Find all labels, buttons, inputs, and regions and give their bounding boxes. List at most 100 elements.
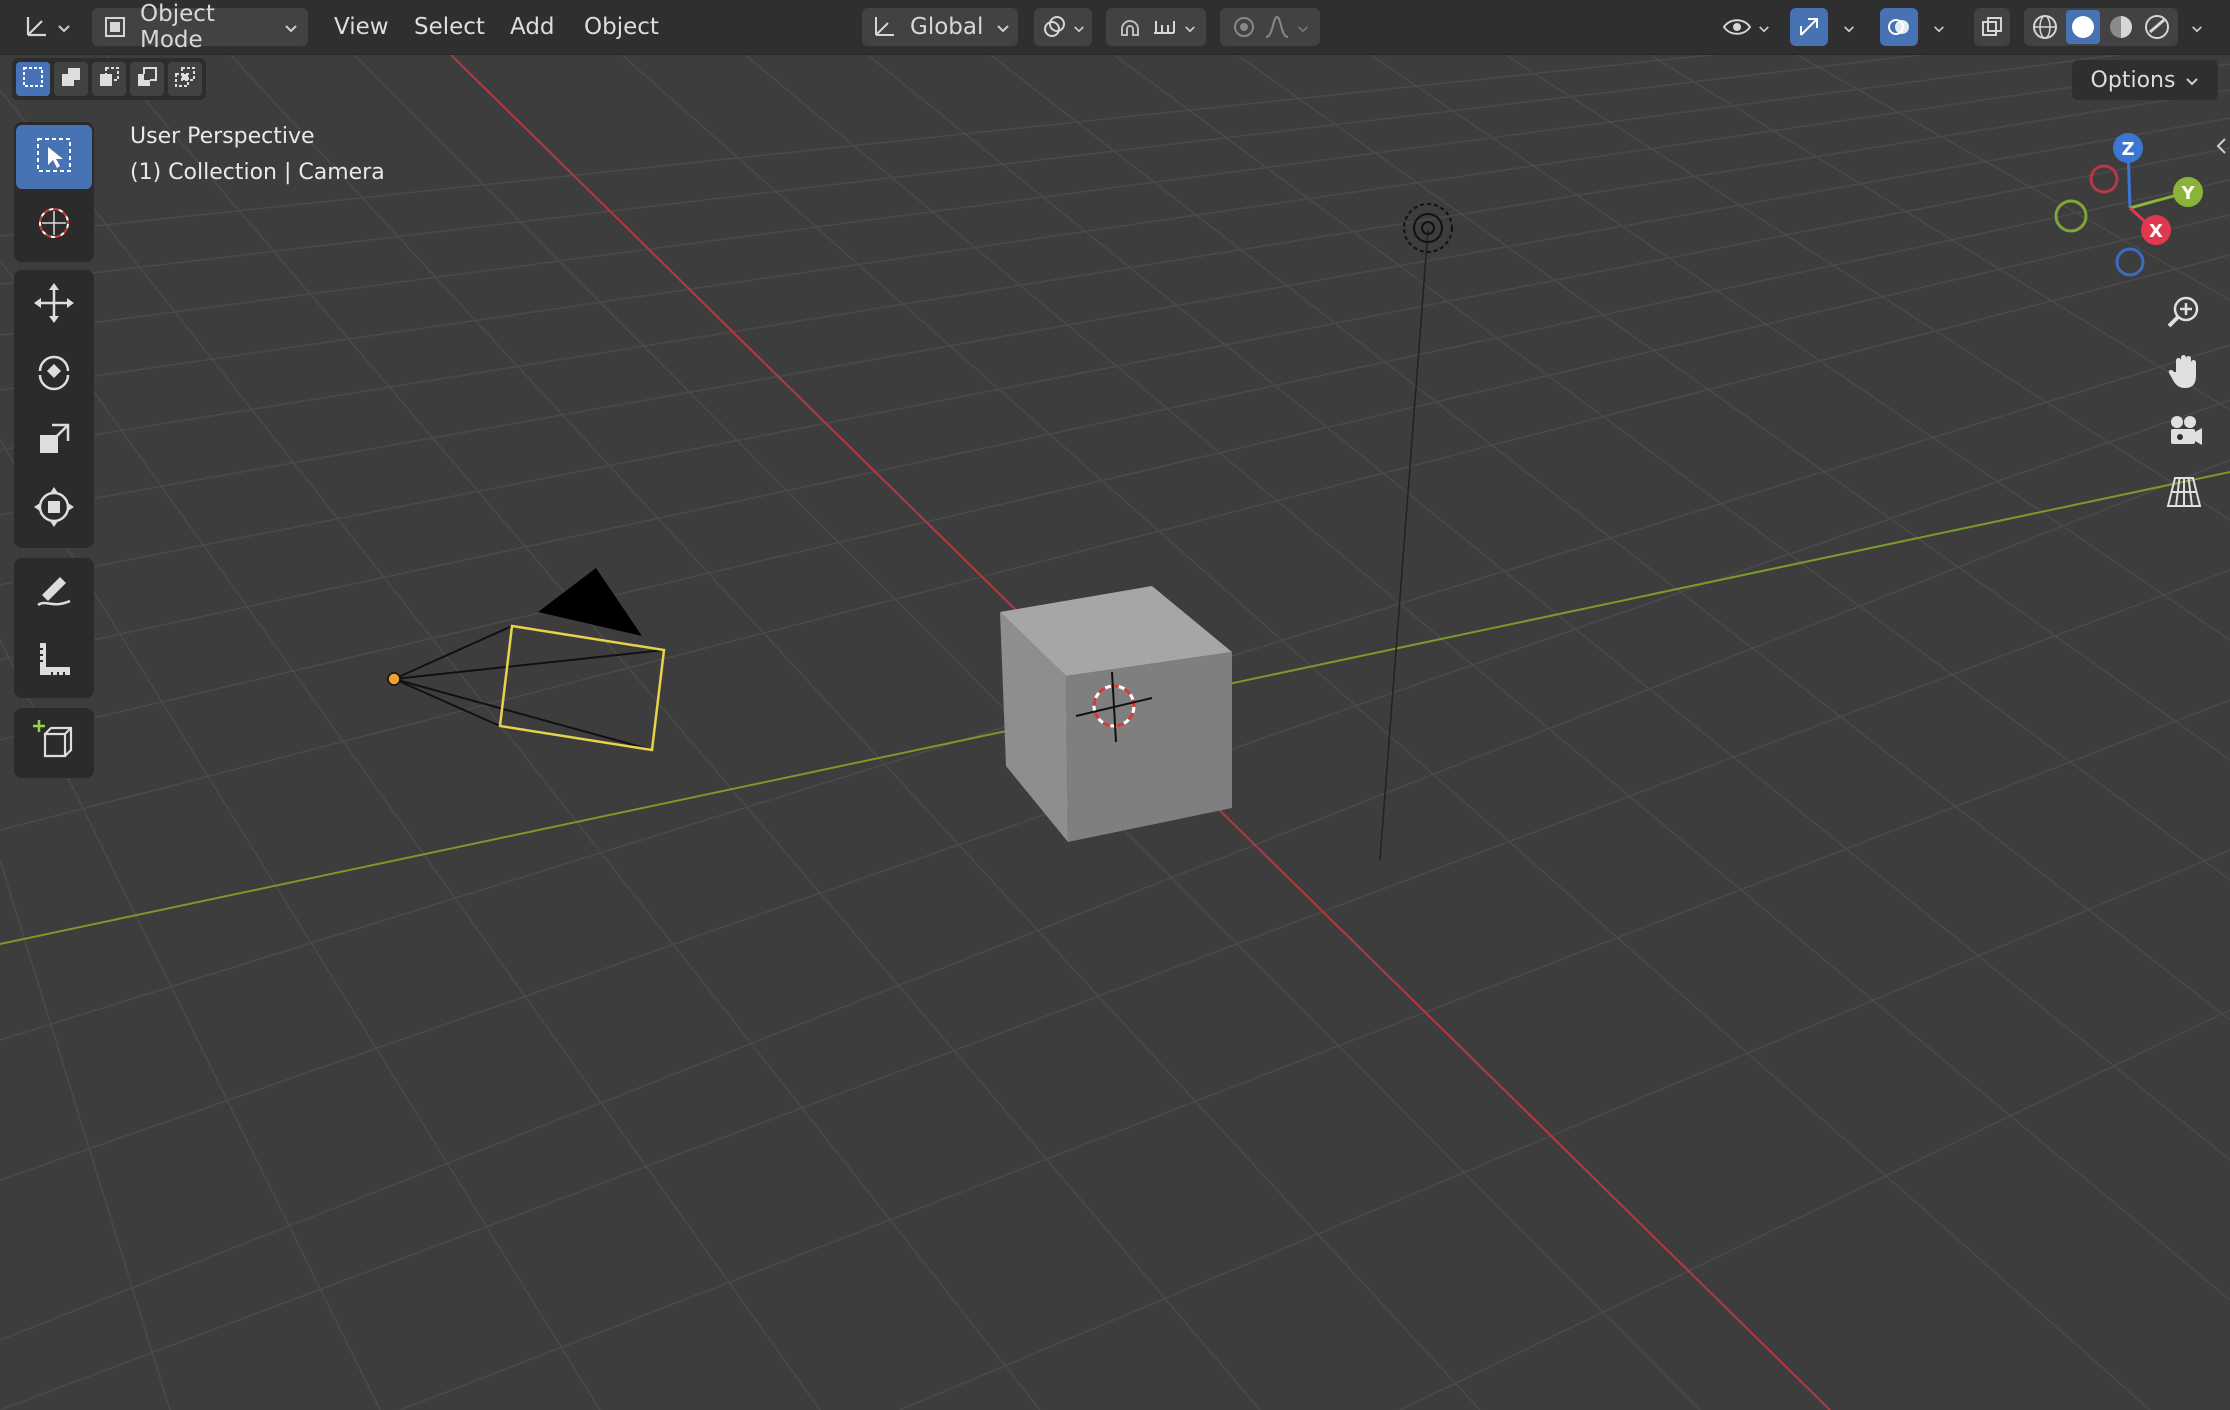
proportional-editing-toggle[interactable]: [1220, 8, 1320, 46]
camera-view-button[interactable]: [2158, 408, 2210, 460]
sidebar-toggle[interactable]: [2214, 136, 2228, 160]
rotate-icon: [32, 349, 76, 397]
select-invert-icon: [135, 65, 159, 93]
cube-object[interactable]: [1000, 586, 1232, 842]
z-axis-label: Z: [2121, 139, 2134, 160]
cursor-icon: [32, 201, 76, 249]
pivot-icon: [1041, 14, 1067, 40]
camera-object[interactable]: [387, 568, 666, 752]
annotate-tool[interactable]: [16, 561, 92, 625]
select-box-tool[interactable]: [16, 125, 92, 189]
transform-orientation-label: Global: [910, 14, 984, 40]
menu-select[interactable]: Select: [414, 14, 485, 40]
snap-increment-icon: [1150, 13, 1178, 41]
add-cube-icon: [31, 718, 77, 768]
overlays-icon: [1886, 14, 1912, 40]
editor-type-button[interactable]: [18, 8, 76, 46]
solid-shading-icon[interactable]: [2066, 10, 2100, 44]
falloff-curve-icon: [1263, 13, 1291, 41]
chevron-down-icon: [2191, 14, 2203, 40]
chevron-down-icon: [1933, 14, 1945, 40]
view-name-label: User Perspective: [130, 124, 315, 149]
proportional-editing-icon: [1231, 14, 1257, 40]
zoom-button[interactable]: [2158, 288, 2210, 340]
mode-label: Object Mode: [140, 1, 215, 53]
y-axis-label: Y: [2180, 183, 2195, 204]
chevron-down-icon: [1073, 14, 1085, 40]
options-dropdown[interactable]: Options: [2072, 60, 2218, 100]
scale-tool[interactable]: [16, 409, 92, 473]
chevron-down-icon: [1843, 14, 1855, 40]
show-gizmo-toggle[interactable]: [1790, 8, 1828, 46]
transform-orientation-dropdown[interactable]: Global: [862, 8, 1018, 46]
navigation-gizmo[interactable]: Z Y X: [2040, 124, 2220, 284]
select-extend-icon: [59, 65, 83, 93]
shading-options-dropdown[interactable]: [2180, 8, 2208, 46]
menu-object[interactable]: Object: [584, 14, 659, 40]
orientation-axes-icon: [870, 13, 898, 41]
pivot-point-dropdown[interactable]: [1034, 8, 1092, 46]
transform-icon: [32, 485, 76, 533]
snap-toggle[interactable]: [1106, 8, 1206, 46]
shading-mode-group: [2024, 8, 2178, 46]
3d-viewport[interactable]: [0, 0, 2230, 1410]
xray-icon: [1980, 15, 2004, 39]
chevron-down-icon: [1758, 14, 1770, 40]
select-new-icon: [21, 65, 45, 93]
viewport-header: Object Mode View Select Add Object Globa…: [0, 0, 2230, 55]
movie-camera-icon: [2164, 412, 2204, 456]
chevron-down-icon: [1297, 14, 1309, 40]
menu-view[interactable]: View: [334, 14, 389, 40]
move-tool[interactable]: [16, 273, 92, 337]
move-arrows-icon: [32, 281, 76, 329]
select-extend-button[interactable]: [54, 62, 88, 96]
wireframe-shading-icon[interactable]: [2030, 12, 2060, 42]
gizmo-options-dropdown[interactable]: [1832, 8, 1860, 46]
axes-editor-icon: [23, 13, 51, 41]
show-overlays-toggle[interactable]: [1880, 8, 1918, 46]
transform-tool[interactable]: [16, 477, 92, 541]
pencil-icon: [32, 569, 76, 617]
select-invert-button[interactable]: [130, 62, 164, 96]
selection-mode-strip: [12, 58, 206, 100]
add-cube-tool[interactable]: [16, 711, 92, 775]
select-subtract-icon: [97, 65, 121, 93]
hand-icon: [2164, 352, 2204, 396]
cursor-tool[interactable]: [16, 193, 92, 257]
chevron-down-icon: [284, 14, 298, 40]
overlay-options-dropdown[interactable]: [1922, 8, 1950, 46]
magnet-icon: [1116, 13, 1144, 41]
visibility-dropdown[interactable]: [1716, 8, 1776, 46]
eye-icon: [1722, 14, 1752, 40]
chevron-down-icon: [1184, 14, 1196, 40]
options-label: Options: [2090, 67, 2176, 93]
chevron-down-icon: [2185, 68, 2199, 93]
scale-icon: [32, 417, 76, 465]
chevron-down-icon: [996, 14, 1010, 40]
negative-x-handle[interactable]: [2089, 164, 2119, 194]
material-preview-icon[interactable]: [2106, 12, 2136, 42]
negative-z-handle[interactable]: [2115, 247, 2145, 277]
collection-info-label: (1) Collection | Camera: [130, 160, 385, 185]
mode-dropdown[interactable]: Object Mode: [92, 1, 308, 53]
perspective-toggle-button[interactable]: [2158, 468, 2210, 520]
menu-add[interactable]: Add: [510, 14, 555, 40]
pan-button[interactable]: [2158, 348, 2210, 400]
select-subtract-button[interactable]: [92, 62, 126, 96]
gizmo-arrow-icon: [1796, 14, 1822, 40]
object-mode-icon: [102, 14, 128, 40]
x-axis-label: X: [2149, 221, 2163, 242]
select-intersect-icon: [173, 65, 197, 93]
negative-y-handle[interactable]: [2054, 199, 2088, 233]
ruler-icon: [32, 637, 76, 685]
select-intersect-button[interactable]: [168, 62, 202, 96]
xray-toggle[interactable]: [1974, 8, 2010, 46]
select-new-button[interactable]: [16, 62, 50, 96]
chevron-down-icon: [57, 14, 71, 40]
zoom-in-icon: [2164, 292, 2204, 336]
rotate-tool[interactable]: [16, 341, 92, 405]
rendered-shading-icon[interactable]: [2142, 12, 2172, 42]
select-box-icon: [32, 133, 76, 181]
perspective-grid-icon: [2164, 472, 2204, 516]
measure-tool[interactable]: [16, 629, 92, 693]
